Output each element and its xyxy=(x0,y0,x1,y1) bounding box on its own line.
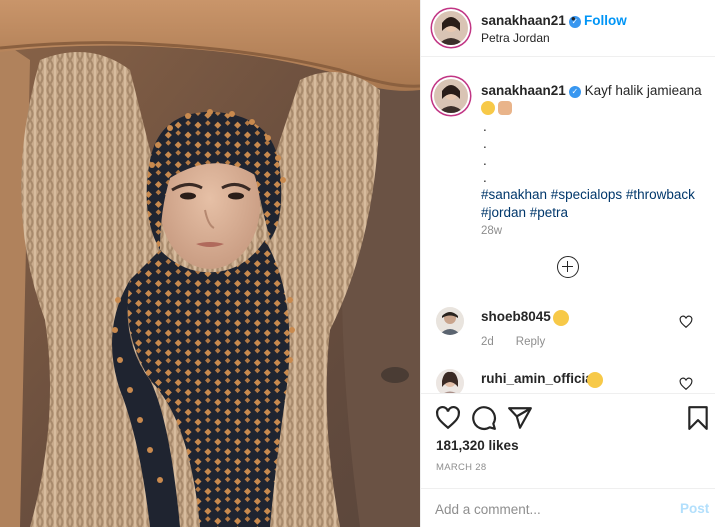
caption-dot: . xyxy=(483,170,487,185)
commenter-avatar[interactable] xyxy=(436,307,464,335)
post-side-panel: sanakhaan21 ✓ • Follow Petra Jordan sanak… xyxy=(420,0,715,527)
post-photo[interactable] xyxy=(0,0,420,527)
add-comment-input[interactable] xyxy=(435,499,655,519)
author-avatar[interactable] xyxy=(434,11,468,45)
post-date[interactable]: MARCH 28 xyxy=(436,462,486,473)
add-comment-bar: Post xyxy=(421,488,715,527)
caption-hashtags-line-2[interactable]: #jordan #petra xyxy=(481,204,706,222)
wink-kiss-emoji xyxy=(553,310,569,326)
plus-circle-icon[interactable] xyxy=(557,256,579,278)
heart-icon[interactable] xyxy=(435,405,461,431)
caption-dot: . xyxy=(483,153,487,168)
author-username-text[interactable]: sanakhaan21 xyxy=(481,13,566,28)
caption-age[interactable]: 28w xyxy=(481,225,502,237)
post-actions: 181,320 likes MARCH 28 xyxy=(421,393,715,488)
comment-meta: 2d Reply xyxy=(481,336,545,348)
caption-author-username[interactable]: sanakhaan21 xyxy=(481,83,566,98)
location-link[interactable]: Petra Jordan xyxy=(481,31,550,45)
caption-author-avatar[interactable] xyxy=(434,79,468,113)
post-header: sanakhaan21 ✓ • Follow Petra Jordan xyxy=(421,0,715,57)
commenter-username[interactable]: shoeb8045 xyxy=(481,309,551,324)
caption-dots: . . . . xyxy=(481,118,706,186)
caption-text-block: sanakhaan21 ✓ Kayf halik jamieana . . . .… xyxy=(481,82,706,222)
share-icon[interactable] xyxy=(507,405,533,431)
reply-button[interactable]: Reply xyxy=(516,336,545,348)
smiling-face-emoji xyxy=(481,101,495,115)
caption-message: Kayf halik jamieana xyxy=(584,83,702,98)
post-comment-button[interactable]: Post xyxy=(680,501,709,516)
comment-age[interactable]: 2d xyxy=(481,336,494,348)
commenter-username[interactable]: ruhi_amin_official xyxy=(481,371,597,386)
bookmark-icon[interactable] xyxy=(685,405,711,431)
likes-count[interactable]: 181,320 likes xyxy=(436,438,519,453)
verified-badge-icon: ✓ xyxy=(568,86,581,98)
caption-emojis xyxy=(481,100,706,118)
follow-button[interactable]: Follow xyxy=(584,13,627,28)
comment-like-heart-icon[interactable] xyxy=(679,377,693,391)
comment-like-heart-icon[interactable] xyxy=(679,315,693,329)
heart-eyes-emoji xyxy=(587,372,603,388)
caption-dot: . xyxy=(483,119,487,134)
comment-icon[interactable] xyxy=(471,405,497,431)
separator-dot: • xyxy=(571,11,576,26)
caption-hashtags-line-1[interactable]: #sanakhan #specialops #throwback xyxy=(481,186,706,204)
person-gesturing-emoji xyxy=(498,101,512,115)
caption-dot: . xyxy=(483,136,487,151)
author-username[interactable]: sanakhaan21 ✓ xyxy=(481,13,581,28)
